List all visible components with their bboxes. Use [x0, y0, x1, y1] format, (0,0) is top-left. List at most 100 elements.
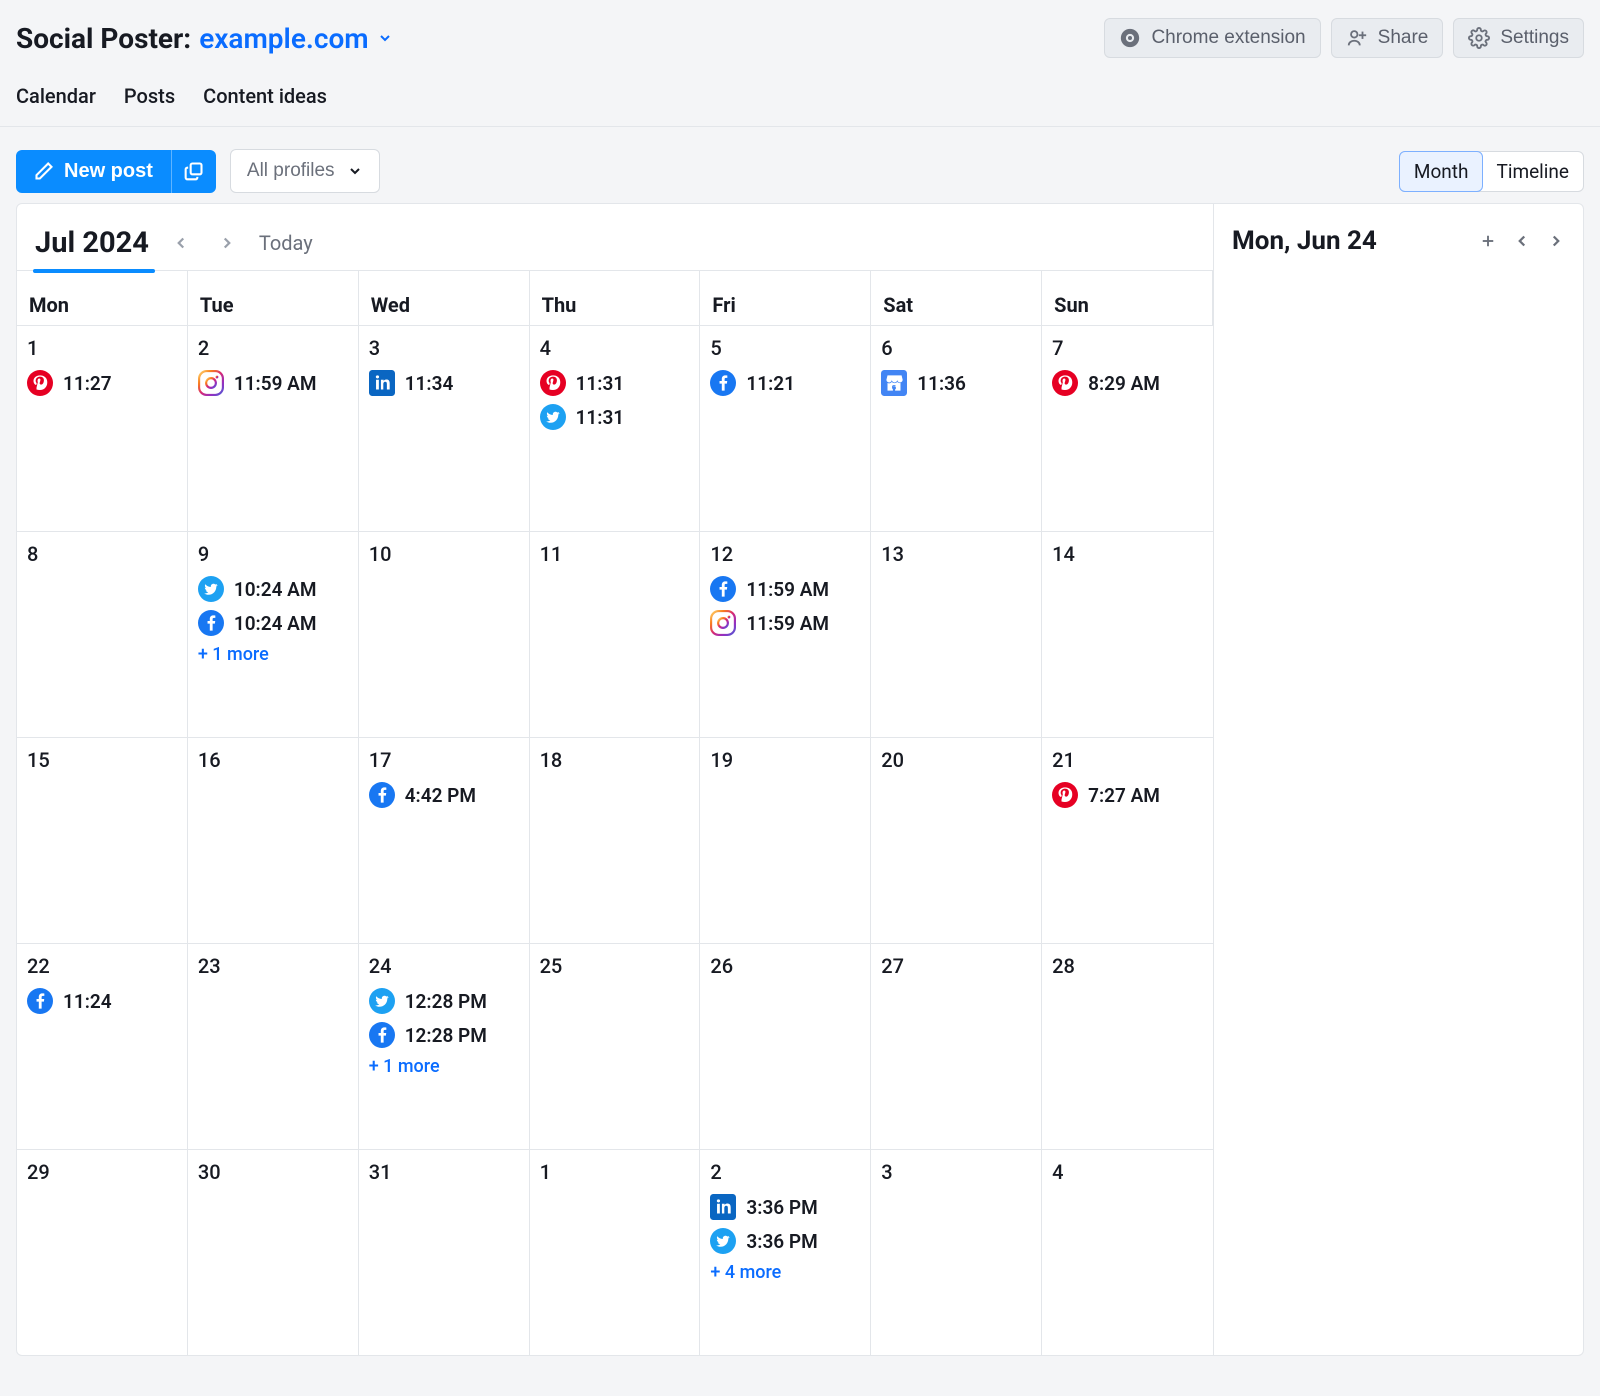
event-row[interactable]: 8:29 AM: [1052, 370, 1203, 396]
day-number: 11: [540, 542, 690, 566]
day-cell[interactable]: 211:59 AM: [188, 325, 359, 531]
event-time: 11:27: [63, 372, 112, 395]
day-cell[interactable]: 27: [871, 943, 1042, 1149]
day-number: 1: [27, 336, 177, 360]
event-time: 11:59 AM: [746, 612, 829, 635]
day-cell[interactable]: 29: [17, 1149, 188, 1355]
day-number: 6: [881, 336, 1031, 360]
chevron-down-icon: [377, 30, 393, 46]
prev-month-button[interactable]: [167, 229, 195, 257]
add-button[interactable]: [1479, 232, 1497, 250]
day-number: 23: [198, 954, 348, 978]
day-cell[interactable]: 3 11:34: [359, 325, 530, 531]
timeline-view-button[interactable]: Timeline: [1482, 152, 1583, 191]
event-time: 11:24: [63, 990, 112, 1013]
day-cell[interactable]: 10: [359, 531, 530, 737]
month-view-button[interactable]: Month: [1399, 151, 1484, 192]
new-post-button[interactable]: New post: [16, 150, 171, 193]
chevron-left-icon: [1513, 232, 1531, 250]
day-cell[interactable]: 4: [1042, 1149, 1213, 1355]
event-row[interactable]: G11:36: [881, 370, 1031, 396]
all-profiles-dropdown[interactable]: All profiles: [230, 149, 380, 193]
event-row[interactable]: 3:36 PM: [710, 1194, 860, 1220]
share-button[interactable]: Share: [1331, 18, 1444, 58]
header: Social Poster: example.com Chrome extens…: [0, 0, 1600, 68]
event-row[interactable]: 11:27: [27, 370, 177, 396]
day-cell[interactable]: 31: [359, 1149, 530, 1355]
day-cell[interactable]: 6 G11:36: [871, 325, 1042, 531]
tab-calendar[interactable]: Calendar: [16, 84, 96, 108]
calendar-panel: Jul 2024 Today MonTueWedThuFriSatSun111:…: [16, 203, 1214, 1356]
day-cell[interactable]: 2211:24: [17, 943, 188, 1149]
day-cell[interactable]: 26: [700, 943, 871, 1149]
event-time: 8:29 AM: [1088, 372, 1160, 395]
day-cell[interactable]: 217:27 AM: [1042, 737, 1213, 943]
day-header: Sat: [871, 270, 1042, 325]
day-cell[interactable]: 1211:59 AM11:59 AM: [700, 531, 871, 737]
day-cell[interactable]: 30: [188, 1149, 359, 1355]
day-cell[interactable]: 78:29 AM: [1042, 325, 1213, 531]
prev-day-button[interactable]: [1513, 232, 1531, 250]
day-cell[interactable]: 8: [17, 531, 188, 737]
day-cell[interactable]: 910:24 AM10:24 AM+ 1 more: [188, 531, 359, 737]
top-buttons: Chrome extension Share Settings: [1104, 18, 1584, 58]
today-button[interactable]: Today: [259, 231, 313, 255]
event-time: 11:21: [746, 372, 795, 395]
day-cell[interactable]: 19: [700, 737, 871, 943]
day-cell[interactable]: 2 3:36 PM 3:36 PM + 4 more: [700, 1149, 871, 1355]
day-number: 4: [1052, 1160, 1203, 1184]
more-events-link[interactable]: + 1 more: [198, 644, 348, 665]
event-row[interactable]: 10:24 AM: [198, 610, 348, 636]
event-row[interactable]: 10:24 AM: [198, 576, 348, 602]
pencil-icon: [34, 161, 54, 181]
profiles-label: All profiles: [247, 160, 335, 182]
chevron-right-icon: [218, 234, 236, 252]
event-row[interactable]: 11:59 AM: [198, 370, 348, 396]
day-cell[interactable]: 2412:28 PM12:28 PM+ 1 more: [359, 943, 530, 1149]
event-row[interactable]: 11:59 AM: [710, 576, 860, 602]
settings-button[interactable]: Settings: [1453, 18, 1584, 58]
day-cell[interactable]: 14: [1042, 531, 1213, 737]
chrome-extension-button[interactable]: Chrome extension: [1104, 18, 1320, 58]
event-row[interactable]: 11:34: [369, 370, 519, 396]
event-row[interactable]: 11:31: [540, 370, 690, 396]
event-row[interactable]: 12:28 PM: [369, 988, 519, 1014]
chrome-ext-label: Chrome extension: [1151, 27, 1305, 49]
event-row[interactable]: 11:21: [710, 370, 860, 396]
day-cell[interactable]: 511:21: [700, 325, 871, 531]
event-row[interactable]: 11:59 AM: [710, 610, 860, 636]
new-post-dropdown-button[interactable]: [171, 150, 216, 193]
event-row[interactable]: 4:42 PM: [369, 782, 519, 808]
day-number: 2: [710, 1160, 860, 1184]
day-cell[interactable]: 16: [188, 737, 359, 943]
day-cell[interactable]: 28: [1042, 943, 1213, 1149]
tab-content-ideas[interactable]: Content ideas: [203, 84, 327, 108]
event-row[interactable]: 11:24: [27, 988, 177, 1014]
day-cell[interactable]: 23: [188, 943, 359, 1149]
day-cell[interactable]: 11: [530, 531, 701, 737]
more-events-link[interactable]: + 1 more: [369, 1056, 519, 1077]
next-month-button[interactable]: [213, 229, 241, 257]
event-row[interactable]: 3:36 PM: [710, 1228, 860, 1254]
day-cell[interactable]: 1 11:27: [17, 325, 188, 531]
day-cell[interactable]: 25: [530, 943, 701, 1149]
day-cell[interactable]: 1: [530, 1149, 701, 1355]
event-row[interactable]: 12:28 PM: [369, 1022, 519, 1048]
day-cell[interactable]: 18: [530, 737, 701, 943]
day-cell[interactable]: 174:42 PM: [359, 737, 530, 943]
more-events-link[interactable]: + 4 more: [710, 1262, 860, 1283]
day-cell[interactable]: 411:3111:31: [530, 325, 701, 531]
app-title: Social Poster:: [16, 22, 191, 55]
tab-posts[interactable]: Posts: [124, 84, 175, 108]
event-row[interactable]: 11:31: [540, 404, 690, 430]
main-area: Jul 2024 Today MonTueWedThuFriSatSun111:…: [0, 203, 1600, 1376]
next-day-button[interactable]: [1547, 232, 1565, 250]
day-cell[interactable]: 3: [871, 1149, 1042, 1355]
event-time: 10:24 AM: [234, 578, 317, 601]
event-row[interactable]: 7:27 AM: [1052, 782, 1203, 808]
day-cell[interactable]: 15: [17, 737, 188, 943]
domain-selector[interactable]: example.com: [199, 22, 392, 55]
day-cell[interactable]: 20: [871, 737, 1042, 943]
day-number: 3: [369, 336, 519, 360]
day-cell[interactable]: 13: [871, 531, 1042, 737]
